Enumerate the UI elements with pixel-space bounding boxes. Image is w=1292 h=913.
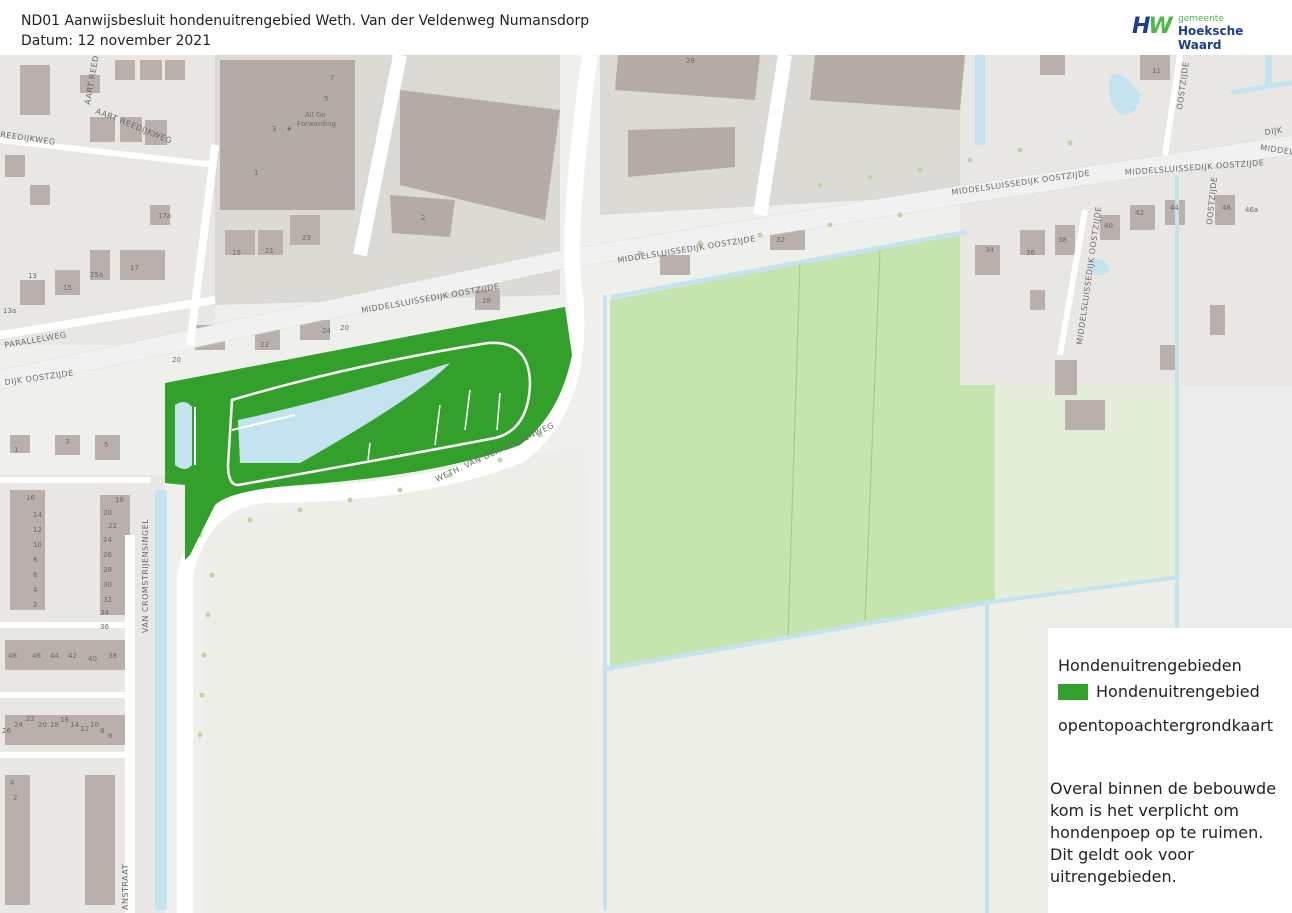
house-number: 46a [1245, 206, 1258, 214]
house-number: 11 [1152, 67, 1161, 75]
house-number: 16 [26, 494, 35, 502]
house-number: 14 [33, 511, 42, 519]
logo-name: Hoeksche Waard [1178, 24, 1244, 52]
house-number: 2 [33, 601, 37, 609]
house-number: 17a [158, 212, 171, 220]
house-number: 40 [1104, 222, 1113, 230]
house-number: 10 [33, 541, 42, 549]
house-number: 26 [2, 727, 11, 735]
house-number: 46 [32, 652, 41, 660]
logo-mark-w: W [1148, 14, 1172, 39]
map-date: Datum: 12 november 2021 [21, 33, 212, 49]
legend-panel: Hondenuitrengebieden Hondenuitrengebied … [1048, 628, 1292, 913]
house-number: 21 [265, 247, 274, 255]
house-number: 5 [104, 441, 108, 449]
logo-mark: HW [1132, 14, 1173, 39]
house-number: 17 [130, 264, 139, 272]
municipality-logo: HW gemeente Hoeksche Waard [1132, 14, 1282, 52]
house-number: 22 [108, 522, 117, 530]
house-number: 20 [172, 356, 181, 364]
house-number: 34 [100, 609, 109, 617]
house-number: 6 [33, 571, 38, 579]
house-number: 22 [260, 341, 269, 349]
house-number: 10 [90, 721, 99, 729]
house-number: 2 [13, 794, 17, 802]
poi-name-line2: Forwarding [297, 120, 336, 128]
house-number: 23 [302, 234, 311, 242]
label-cromstrijensingel: VAN CROMSTRIJENSINGEL [141, 519, 150, 633]
house-number: 18 [115, 496, 124, 504]
legend-swatch [1058, 684, 1088, 700]
house-number: 34 [985, 246, 994, 254]
house-number: 22 [26, 715, 35, 723]
house-number: 15 [63, 284, 72, 292]
logo-mark-h: H [1132, 14, 1150, 39]
house-number: 36 [100, 623, 109, 631]
house-number: 36 [1026, 249, 1035, 257]
house-number: 20 [38, 721, 47, 729]
house-number: 24 [103, 536, 112, 544]
house-number: 4 [33, 586, 38, 594]
house-number: 1 [254, 169, 258, 177]
house-number: 24 [14, 721, 23, 729]
house-number: 20 [340, 324, 349, 332]
house-number: 48 [8, 652, 17, 660]
house-number: 25a [90, 271, 103, 279]
house-number: 38 [1058, 236, 1067, 244]
house-number: 38 [108, 652, 117, 660]
map-title: ND01 Aanwijsbesluit hondenuitrengebied W… [21, 13, 590, 29]
house-number: 19 [232, 249, 241, 257]
house-number: 18 [50, 721, 59, 729]
house-number: 3 [272, 125, 276, 133]
house-number: 16 [60, 716, 69, 724]
house-number: 42 [1135, 209, 1144, 217]
house-number: 13 [28, 272, 37, 280]
house-number: 24 [322, 327, 331, 335]
house-number: 28 [686, 57, 695, 65]
map-header: ND01 Aanwijsbesluit hondenuitrengebied W… [0, 0, 1292, 55]
legend-note: Overal binnen de bebouwde kom is het ver… [1050, 779, 1277, 886]
house-number: 20 [103, 509, 112, 517]
house-number: 8 [33, 556, 37, 564]
house-number: 28 [482, 297, 491, 305]
house-number: 5 [324, 95, 328, 103]
house-number: 44 [1170, 204, 1179, 212]
house-number: 26 [103, 551, 112, 559]
house-number: 7 [330, 74, 334, 82]
house-number: 44 [50, 652, 59, 660]
house-number: 40 [88, 655, 97, 663]
house-number: 12 [80, 725, 89, 733]
poi-star-icon: ★ [286, 125, 292, 133]
house-number: 30 [103, 581, 112, 589]
legend-item-label: Hondenuitrengebied [1096, 682, 1260, 701]
house-number: 4 [10, 779, 15, 787]
label-anstraat: ANSTRAAT [121, 864, 130, 910]
legend-title: Hondenuitrengebieden [1058, 656, 1242, 675]
house-number: 1 [14, 446, 18, 454]
house-number: 42 [68, 652, 77, 660]
house-number: 3 [65, 438, 69, 446]
poi-name-line1: All Go [305, 111, 326, 119]
house-number: 8 [100, 727, 104, 735]
house-number: 46 [1222, 204, 1231, 212]
house-number: 13a [3, 307, 16, 315]
house-number: 6 [108, 732, 113, 740]
house-number: 2 [421, 214, 425, 222]
house-number: 12 [33, 526, 42, 534]
house-number: 28 [103, 566, 112, 574]
house-number: 14 [70, 721, 79, 729]
house-number: 32 [776, 236, 785, 244]
logo-gemeente: gemeente [1178, 14, 1224, 24]
legend-basemap: opentopoachtergrondkaart [1058, 716, 1274, 735]
house-number: 32 [103, 596, 112, 604]
